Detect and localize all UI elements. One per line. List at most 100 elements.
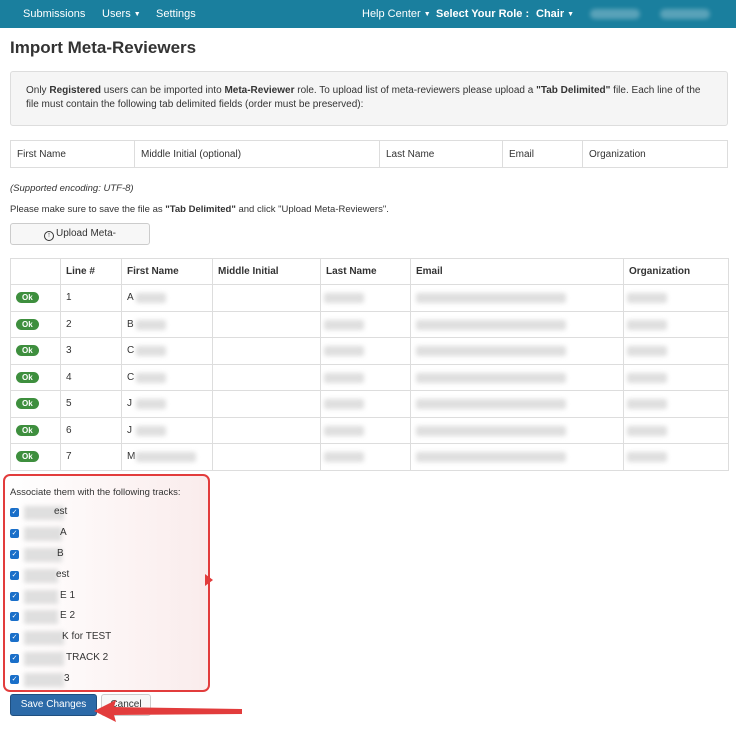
checkbox-checked-icon[interactable]: ✓ xyxy=(10,612,19,621)
redacted-last-name xyxy=(324,293,364,303)
redacted-first-name xyxy=(136,319,166,330)
table-row: Ok 3 C xyxy=(10,337,729,365)
status-badge: Ok xyxy=(16,318,39,330)
email-cell xyxy=(410,310,624,338)
track-name: TRACK 2 xyxy=(66,652,109,663)
redacted-track-name xyxy=(24,569,58,583)
redacted-organization xyxy=(627,452,667,462)
redacted-track-name xyxy=(24,652,64,666)
save-changes-button[interactable]: Save Changes xyxy=(10,694,97,716)
nav-users[interactable]: Users ▼ xyxy=(102,0,141,28)
callout-pointer xyxy=(205,574,213,586)
required-fields-row: First Name Middle Initial (optional) Las… xyxy=(10,140,728,168)
track-name: A xyxy=(60,527,67,538)
info-registered: Registered xyxy=(49,85,102,96)
checkbox-checked-icon[interactable]: ✓ xyxy=(10,508,19,517)
redacted-last-name xyxy=(324,399,364,409)
field-middle-initial: Middle Initial (optional) xyxy=(134,140,380,168)
nav-submissions[interactable]: Submissions xyxy=(23,0,85,28)
top-nav: Submissions Users ▼ Settings Help Center ▼… xyxy=(0,0,736,28)
track-name: est xyxy=(54,506,68,517)
upload-meta-reviewers-button[interactable]: ↑ Upload Meta- xyxy=(10,223,150,245)
upload-instruction: Please make sure to save the file as "Ta… xyxy=(10,204,389,215)
first-name-initial: M xyxy=(127,451,136,463)
info-role: Meta-Reviewer xyxy=(224,85,295,96)
status-cell: Ok xyxy=(10,310,61,338)
redacted-user-menu[interactable] xyxy=(660,9,710,19)
checkbox-checked-icon[interactable]: ✓ xyxy=(10,571,19,580)
select-role-label: Select Your Role : xyxy=(436,8,530,20)
results-header-row: Line # First Name Middle Initial Last Na… xyxy=(10,258,729,285)
redacted-track-name xyxy=(24,590,58,604)
organization-cell xyxy=(623,284,729,312)
status-badge: Ok xyxy=(16,345,39,357)
line-cell: 4 xyxy=(60,363,122,391)
checkbox-checked-icon[interactable]: ✓ xyxy=(10,633,19,642)
status-cell: Ok xyxy=(10,390,61,418)
status-cell: Ok xyxy=(10,363,61,391)
redacted-email xyxy=(416,452,566,462)
checkbox-checked-icon[interactable]: ✓ xyxy=(10,654,19,663)
line-cell: 2 xyxy=(60,310,122,338)
table-row: Ok 4 C xyxy=(10,363,729,391)
track-name: 3 xyxy=(64,673,70,684)
chevron-down-icon: ▼ xyxy=(423,11,431,18)
last-name-cell xyxy=(320,310,411,338)
middle-initial-cell xyxy=(212,363,321,391)
first-name-initial: B xyxy=(127,318,134,330)
middle-initial-cell xyxy=(212,390,321,418)
field-last-name: Last Name xyxy=(379,140,503,168)
header-status xyxy=(10,258,61,285)
first-name-initial: C xyxy=(127,371,135,383)
track-name: K for TEST xyxy=(62,631,112,642)
info-tab-delimited: "Tab Delimited" xyxy=(536,85,611,96)
status-badge: Ok xyxy=(16,371,39,383)
redacted-email xyxy=(416,293,566,303)
first-name-cell: B xyxy=(121,310,213,338)
track-name: B xyxy=(57,548,64,559)
checkbox-checked-icon[interactable]: ✓ xyxy=(10,550,19,559)
redacted-user-name[interactable] xyxy=(590,9,640,19)
nav-settings[interactable]: Settings xyxy=(156,0,196,28)
redacted-email xyxy=(416,319,566,330)
status-badge: Ok xyxy=(16,424,39,436)
first-name-cell: A xyxy=(121,284,213,312)
first-name-cell: C xyxy=(121,337,213,365)
checkbox-checked-icon[interactable]: ✓ xyxy=(10,592,19,601)
required-fields-table: First Name Middle Initial (optional) Las… xyxy=(10,140,728,168)
redacted-email xyxy=(416,425,566,436)
redacted-first-name xyxy=(136,372,166,383)
field-organization: Organization xyxy=(582,140,728,168)
middle-initial-cell xyxy=(212,337,321,365)
middle-initial-cell xyxy=(212,284,321,312)
redacted-last-name xyxy=(324,372,364,383)
redacted-track-name xyxy=(24,527,62,541)
email-cell xyxy=(410,443,624,471)
table-row: Ok 1 A xyxy=(10,284,729,312)
last-name-cell xyxy=(320,443,411,471)
first-name-cell: J xyxy=(121,390,213,418)
status-badge: Ok xyxy=(16,292,39,304)
tracks-label: Associate them with the following tracks… xyxy=(10,487,181,498)
email-cell xyxy=(410,284,624,312)
first-name-initial: J xyxy=(127,398,132,410)
redacted-first-name xyxy=(136,425,166,436)
role-dropdown[interactable]: Chair ▼ xyxy=(536,0,574,28)
table-row: Ok 6 J xyxy=(10,416,729,444)
redacted-organization xyxy=(627,425,667,436)
checkbox-checked-icon[interactable]: ✓ xyxy=(10,529,19,538)
middle-initial-cell xyxy=(212,310,321,338)
redacted-email xyxy=(416,372,566,383)
checkbox-checked-icon[interactable]: ✓ xyxy=(10,675,19,684)
nav-users-label: Users xyxy=(102,8,131,20)
redacted-track-name xyxy=(24,673,64,687)
middle-initial-cell xyxy=(212,416,321,444)
role-dropdown-value: Chair xyxy=(536,8,565,20)
email-cell xyxy=(410,363,624,391)
redacted-first-name xyxy=(136,293,166,303)
line-cell: 1 xyxy=(60,284,122,312)
upload-button-label: Upload Meta- xyxy=(55,228,117,239)
first-name-cell: M xyxy=(121,443,213,471)
nav-help-center[interactable]: Help Center ▼ xyxy=(362,0,431,28)
first-name-cell: C xyxy=(121,363,213,391)
